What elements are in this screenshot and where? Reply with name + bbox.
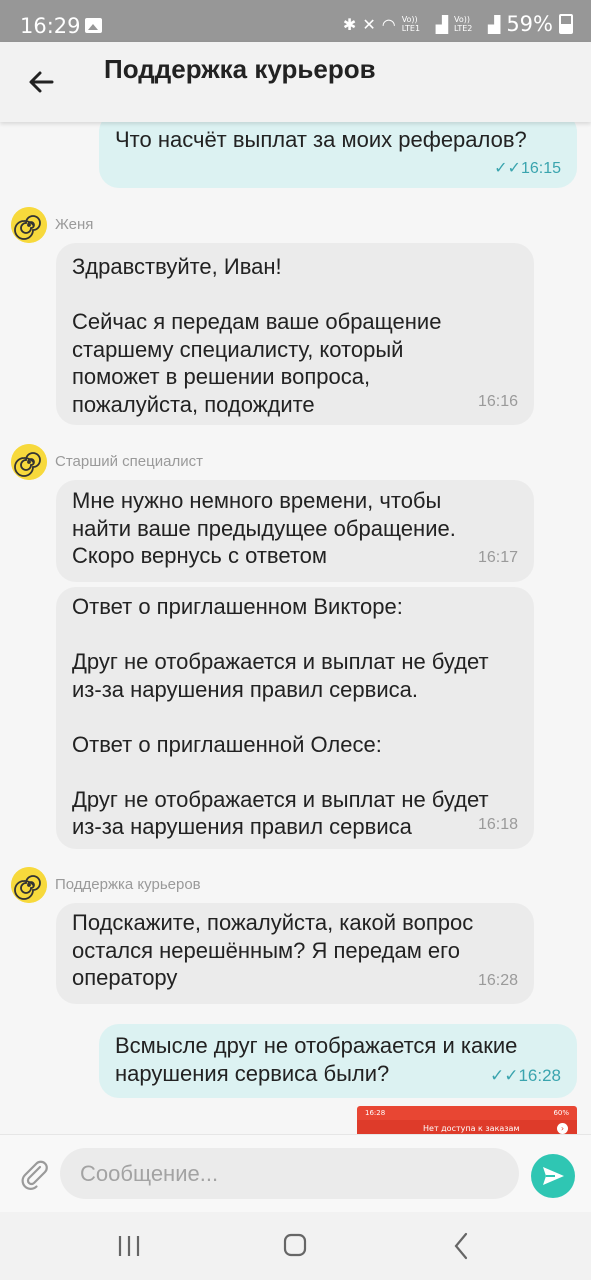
double-check-icon: ✓✓: [494, 160, 521, 177]
gallery-notification-icon: [85, 18, 102, 33]
recents-icon: [118, 1236, 140, 1256]
message-time-label: 16:28: [518, 1066, 561, 1085]
message-incoming[interactable]: Ответ о приглашенном Викторе: Друг не от…: [56, 587, 534, 849]
signal1-icon: ▟: [435, 14, 448, 34]
message-text: Мне нужно немного времени, чтобы найти в…: [72, 488, 456, 568]
sender-name: Женя: [55, 216, 94, 233]
message-outgoing[interactable]: Всмысле друг не отображается и какие нар…: [99, 1024, 577, 1098]
message-text: Что насчёт выплат за моих рефералов?: [115, 127, 527, 152]
mute-icon: ✕: [362, 14, 376, 34]
spiral-avatar-icon: [11, 867, 47, 903]
message-incoming[interactable]: Подскажите, пожалуйста, какой вопрос ост…: [56, 903, 534, 1004]
image-message[interactable]: 16:28 60% Нет доступа к заказам ›: [357, 1106, 577, 1134]
sender-name: Поддержка курьеров: [55, 876, 201, 893]
double-check-icon: ✓✓: [489, 1066, 519, 1085]
preview-time: 16:28: [365, 1109, 386, 1117]
nav-back-button[interactable]: [441, 1228, 481, 1264]
sim2-label: Vo)) LTE2: [454, 15, 473, 33]
back-icon: [454, 1232, 468, 1260]
back-arrow-icon: [29, 71, 54, 93]
wifi-icon: ◠: [381, 14, 396, 34]
signal2-icon: ▟: [488, 14, 501, 34]
message-input[interactable]: [60, 1148, 519, 1199]
chat-header: Поддержка курьеров: [0, 42, 591, 122]
message-text: Ответ о приглашенном Викторе: Друг не от…: [72, 594, 489, 839]
preview-banner: Нет доступа к заказам ›: [357, 1120, 577, 1134]
status-time: 16:29: [20, 14, 81, 38]
send-button[interactable]: [531, 1154, 575, 1198]
spiral-avatar-icon: [11, 444, 47, 480]
message-time: ✓✓16:15: [494, 158, 561, 178]
message-composer: [0, 1134, 591, 1213]
message-time: 16:18: [477, 816, 518, 833]
battery-icon: [559, 14, 573, 34]
back-button[interactable]: [22, 62, 62, 102]
chevron-right-icon: ›: [557, 1123, 568, 1134]
message-text: Здравствуйте, Иван! Сейчас я передам ваш…: [72, 254, 442, 417]
home-button[interactable]: [275, 1228, 315, 1264]
chat-area[interactable]: Что насчёт выплат за моих рефералов? ✓✓1…: [0, 122, 591, 1134]
message-time: 16:28: [477, 972, 518, 989]
system-nav-bar: [0, 1212, 591, 1280]
message-time-label: 16:15: [520, 160, 561, 177]
status-bar: 16:29 ✱ ✕ ◠ Vo)) LTE1 ▟ Vo)) LTE2 ▟ 59%: [0, 0, 591, 42]
page-title: Поддержка курьеров: [104, 54, 376, 84]
send-icon: [543, 1167, 564, 1185]
status-icons: ✱ ✕ ◠ Vo)) LTE1 ▟ Vo)) LTE2 ▟ 59%: [343, 12, 573, 36]
message-time: 16:17: [477, 549, 518, 566]
home-icon: [283, 1233, 307, 1257]
battery-percent: 59%: [506, 12, 553, 36]
sim1-label: Vo)) LTE1: [401, 15, 421, 33]
message-outgoing[interactable]: Что насчёт выплат за моих рефералов? ✓✓1…: [99, 122, 577, 188]
attach-button[interactable]: [18, 1158, 50, 1190]
preview-banner-text: Нет доступа к заказам: [423, 1124, 520, 1133]
sender-name: Старший специалист: [55, 453, 203, 470]
attach-icon: [21, 1160, 48, 1190]
preview-battery: 60%: [553, 1109, 569, 1117]
message-text: Подскажите, пожалуйста, какой вопрос ост…: [72, 910, 474, 990]
message-incoming[interactable]: Здравствуйте, Иван! Сейчас я передам ваш…: [56, 243, 534, 425]
spiral-avatar-icon: [11, 207, 47, 243]
message-time: ✓✓16:28: [490, 1066, 561, 1086]
message-time: 16:16: [477, 393, 518, 410]
message-incoming[interactable]: Мне нужно немного времени, чтобы найти в…: [56, 480, 534, 582]
recents-button[interactable]: [109, 1228, 149, 1264]
bluetooth-icon: ✱: [342, 14, 357, 34]
